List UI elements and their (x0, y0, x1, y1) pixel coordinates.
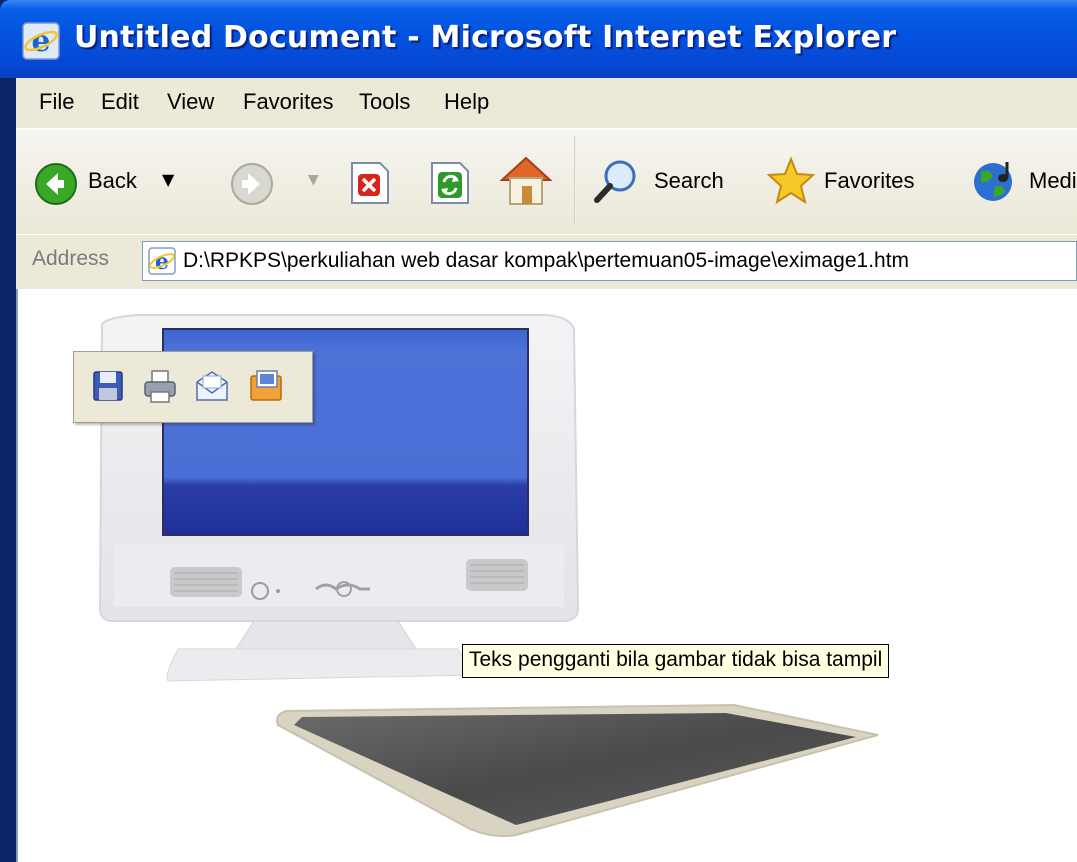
stop-icon[interactable] (346, 160, 392, 206)
dropdown-arrow-icon[interactable]: ▼ (308, 172, 319, 188)
standard-toolbar: Back ▼ ▼ Search Favorites Medi (16, 129, 1077, 234)
media-globe-icon (974, 162, 1012, 201)
menu-view[interactable]: View (167, 89, 214, 115)
address-bar: Address e D:\RPKPS\perkuliahan web dasar… (16, 234, 1077, 289)
refresh-icon[interactable] (426, 160, 472, 206)
media-label: Media (1029, 168, 1077, 193)
menu-tools[interactable]: Tools (359, 89, 410, 115)
search-button[interactable]: Search (592, 158, 752, 208)
favorites-label: Favorites (824, 168, 915, 193)
print-icon[interactable] (140, 366, 180, 406)
home-icon[interactable] (498, 154, 554, 208)
svg-text:e: e (155, 249, 169, 275)
media-button[interactable]: Media (971, 156, 1077, 208)
alt-text-tooltip: Teks pengganti bila gambar tidak bisa ta… (462, 644, 890, 678)
back-label: Back (88, 168, 137, 193)
page-ie-icon: e (148, 247, 176, 275)
menu-file[interactable]: File (39, 89, 74, 115)
menu-favorites[interactable]: Favorites (243, 89, 333, 115)
back-button[interactable]: Back ▼ (34, 162, 194, 206)
image-toolbar (73, 351, 313, 423)
search-label: Search (654, 168, 724, 193)
save-icon[interactable] (88, 366, 128, 406)
email-icon[interactable] (192, 366, 232, 406)
browser-window: e Untitled Document - Microsoft Internet… (0, 0, 1077, 862)
address-input[interactable]: e D:\RPKPS\perkuliahan web dasar kompak\… (142, 241, 1077, 281)
window-title: Untitled Document - Microsoft Internet E… (74, 20, 897, 55)
dropdown-arrow-icon[interactable]: ▼ (162, 170, 174, 189)
page-content: Teks pengganti bila gambar tidak bisa ta… (16, 289, 1077, 862)
back-arrow-icon (35, 163, 77, 205)
favorites-star-icon (766, 156, 816, 205)
forward-button[interactable]: ▼ (230, 162, 330, 206)
my-pictures-icon[interactable] (246, 366, 286, 406)
search-magnifier-icon (594, 160, 636, 203)
menu-bar: File Edit View Favorites Tools Help (16, 78, 1077, 129)
internet-explorer-icon: e (22, 22, 60, 60)
menu-edit[interactable]: Edit (101, 89, 139, 115)
toolbar-separator (574, 136, 576, 226)
menu-help[interactable]: Help (444, 89, 489, 115)
address-url: D:\RPKPS\perkuliahan web dasar kompak\pe… (183, 249, 910, 272)
address-label: Address (32, 247, 110, 270)
favorites-button[interactable]: Favorites (766, 156, 966, 208)
title-bar[interactable]: e Untitled Document - Microsoft Internet… (0, 0, 1077, 78)
svg-text:e: e (31, 24, 50, 59)
forward-arrow-icon (231, 163, 273, 205)
